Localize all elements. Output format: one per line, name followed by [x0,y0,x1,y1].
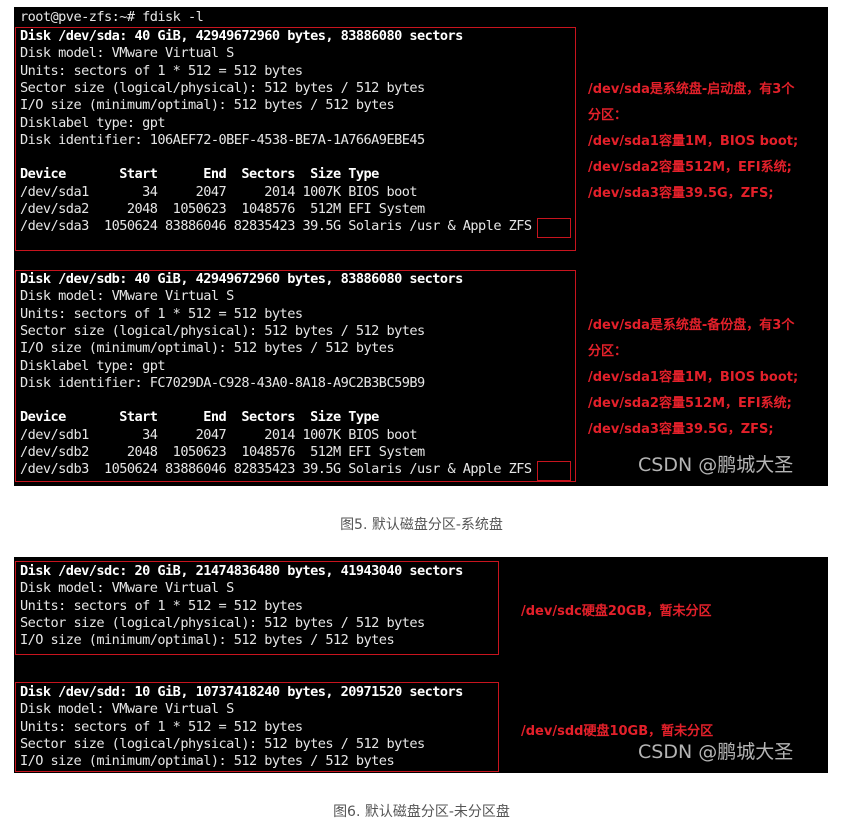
annotation-line: /dev/sda1容量1M，BIOS boot; [588,370,799,385]
watermark: CSDN @鹏城大圣 [638,454,794,476]
disk-info-line: Disklabel type: gpt [20,357,166,374]
partition-row: /dev/sdb1 34 2047 2014 1007K BIOS boot [20,426,418,443]
disk-info-line: Disk model: VMware Virtual S [20,45,234,62]
disk-info-line: Disk model: VMware Virtual S [20,288,234,305]
disk-info-line: Units: sectors of 1 * 512 = 512 bytes [20,62,303,79]
annotation-line: /dev/sda3容量39.5G，ZFS; [588,186,774,201]
disk-info-line: Sector size (logical/physical): 512 byte… [20,735,425,752]
watermark: CSDN @鹏城大圣 [638,741,794,763]
disk-info-line: Sector size (logical/physical): 512 byte… [20,322,425,339]
partition-table-header: Device Start End Sectors Size Type [20,409,379,426]
annotation-line: 分区： [588,344,628,359]
terminal-screenshot-system-disks: root@pve-zfs:~# fdisk -l Disk /dev/sda: … [14,7,828,486]
disk-header-sdb: Disk /dev/sdb: 40 GiB, 42949672960 bytes… [20,271,463,287]
disk-info-line: I/O size (minimum/optimal): 512 bytes / … [20,97,395,114]
disk-info-line: Disk model: VMware Virtual S [20,580,234,597]
disk-info-line: Units: sectors of 1 * 512 = 512 bytes [20,718,303,735]
disk-info-line: Sector size (logical/physical): 512 byte… [20,614,425,631]
disk-info-line: Units: sectors of 1 * 512 = 512 bytes [20,597,303,614]
highlight-box-zfs-sdb [537,461,571,481]
disk-info-line: Disk identifier: 106AEF72-0BEF-4538-BE7A… [20,131,425,148]
figure-caption: 图6. 默认磁盘分区-未分区盘 [333,804,510,820]
disk-info-line: Disklabel type: gpt [20,114,166,131]
disk-header-sdc: Disk /dev/sdc: 20 GiB, 21474836480 bytes… [20,563,463,579]
disk-header-sdd: Disk /dev/sdd: 10 GiB, 10737418240 bytes… [20,684,463,700]
annotation-line: /dev/sda1容量1M，BIOS boot; [588,134,799,149]
highlight-box-zfs-sda [537,218,571,238]
terminal-screenshot-unpartitioned-disks: Disk /dev/sdc: 20 GiB, 21474836480 bytes… [14,557,828,773]
partition-table-header: Device Start End Sectors Size Type [20,166,379,183]
partition-row: /dev/sdb3 1050624 83886046 82835423 39.5… [20,461,532,478]
disk-info-line: I/O size (minimum/optimal): 512 bytes / … [20,632,395,649]
partition-row: /dev/sdb2 2048 1050623 1048576 512M EFI … [20,444,425,460]
shell-prompt: root@pve-zfs:~# fdisk -l [20,9,204,25]
partition-row: /dev/sda3 1050624 83886046 82835423 39.5… [20,218,532,235]
disk-info-line: Units: sectors of 1 * 512 = 512 bytes [20,305,303,322]
disk-info-line: Disk identifier: FC7029DA-C928-43A0-8A18… [20,374,425,391]
annotation-line: /dev/sda是系统盘-启动盘，有3个 [588,82,795,97]
partition-row: /dev/sda2 2048 1050623 1048576 512M EFI … [20,201,425,217]
annotation-sdc: /dev/sdc硬盘20GB，暂未分区 [521,604,712,619]
annotation-line: 分区： [588,108,628,123]
annotation-line: /dev/sda3容量39.5G，ZFS; [588,422,774,437]
figure-caption: 图5. 默认磁盘分区-系统盘 [340,517,503,533]
partition-row: /dev/sda1 34 2047 2014 1007K BIOS boot [20,183,418,200]
annotation-line: /dev/sda2容量512M，EFI系统; [588,396,792,411]
annotation-line: /dev/sda是系统盘-备份盘，有3个 [588,318,795,333]
disk-info-line: I/O size (minimum/optimal): 512 bytes / … [20,753,395,770]
disk-header-sda: Disk /dev/sda: 40 GiB, 42949672960 bytes… [20,28,463,44]
disk-info-line: I/O size (minimum/optimal): 512 bytes / … [20,340,395,357]
disk-info-line: Sector size (logical/physical): 512 byte… [20,79,425,96]
disk-info-line: Disk model: VMware Virtual S [20,701,234,718]
annotation-line: /dev/sda2容量512M，EFI系统; [588,160,792,175]
